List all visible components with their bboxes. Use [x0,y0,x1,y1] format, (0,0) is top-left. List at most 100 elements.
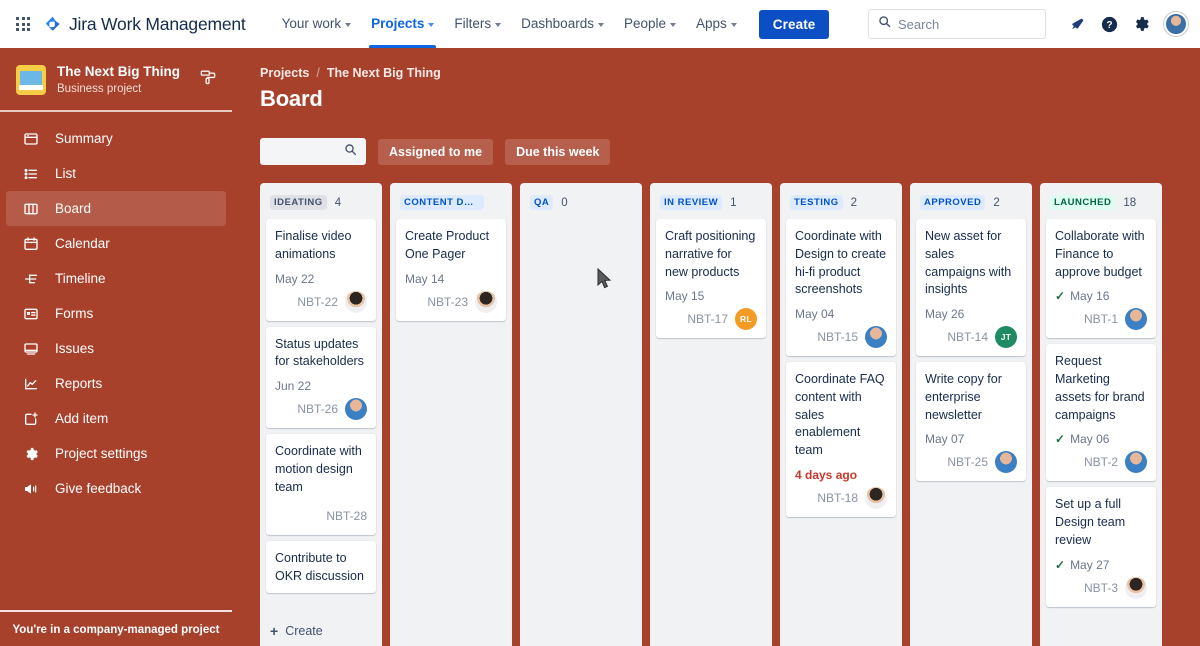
filter-chip-due-this-week[interactable]: Due this week [505,138,611,165]
gear-icon[interactable] [1126,9,1156,39]
assignee-avatar[interactable] [1125,308,1147,331]
assignee-avatar[interactable] [865,486,887,509]
nav-item-filters[interactable]: Filters [444,0,511,48]
search-input[interactable]: Search [868,9,1046,39]
sidebar-item-give-feedback[interactable]: Give feedback [6,471,226,506]
chevron-down-icon [597,23,604,27]
sidebar-item-calendar[interactable]: Calendar [6,226,226,261]
nav-item-projects[interactable]: Projects [361,0,444,48]
assignee-avatar[interactable] [1125,451,1147,474]
avatar[interactable] [1164,12,1188,36]
card-due-date-text: May 07 [925,432,965,447]
card-meta: ✓ May 16 NBT-1 [1055,289,1147,331]
board-card[interactable]: Request Marketing assets for brand campa… [1046,344,1156,482]
create-button[interactable]: Create [758,9,830,39]
card-due-date-text: 4 days ago [795,467,858,482]
brand-home-link[interactable]: Jira Work Management [40,14,246,35]
card-title: Coordinate with Design to create hi-fi p… [795,229,887,297]
sidebar-item-timeline[interactable]: Timeline [6,261,226,296]
calendar-icon [22,236,40,252]
sidebar-item-issues[interactable]: Issues [6,331,226,366]
card-due-date-text: Jun 22 [275,379,312,393]
assignee-avatar[interactable] [1125,576,1147,599]
board-column: CONTENT DEVE... Create Product One Pager M… [390,183,512,646]
board-card[interactable]: Craft positioning narrative for new prod… [656,219,766,339]
sidebar-footer-note: You're in a company-managed project [0,610,232,646]
board-card[interactable]: Contribute to OKR discussion [266,541,376,593]
check-icon: ✓ [1055,289,1066,304]
nav-item-people[interactable]: People [614,0,686,48]
column-header: LAUNCHED 18 [1040,183,1162,219]
sidebar-item-forms[interactable]: Forms [6,296,226,331]
card-due-date: ✓ May 06 [1055,432,1147,446]
card-title: New asset for sales campaigns with insig… [925,229,1012,297]
card-issue-key: NBT-15 [817,330,858,344]
sidebar-item-summary[interactable]: Summary [6,121,226,156]
assignee-avatar[interactable]: JT [995,326,1017,348]
card-due-date-text: May 16 [1070,289,1110,304]
assignee-avatar[interactable]: RL [735,308,757,331]
sidebar-item-project-settings[interactable]: Project settings [6,436,226,471]
board-icon [22,201,40,217]
grid-apps-icon[interactable] [10,11,36,37]
nav-item-apps[interactable]: Apps [686,0,747,48]
assignee-avatar[interactable] [475,290,497,313]
sidebar-item-label: Timeline [55,271,106,287]
column-card-count: 2 [850,196,858,209]
board-card[interactable]: Collaborate with Finance to approve budg… [1046,219,1156,339]
card-title: Coordinate with motion design team [275,444,362,494]
summary-icon [22,131,40,147]
column-card-count: 2 [993,196,1000,209]
bell-icon[interactable] [1062,9,1092,39]
sidebar-item-label: List [55,166,77,182]
chevron-down-icon [495,23,502,27]
board-card[interactable]: Create Product One Pager May 14 NBT-23 [396,219,506,321]
board-card[interactable]: Coordinate with Design to create hi-fi p… [786,219,896,356]
paint-roller-icon[interactable] [199,68,218,92]
board-card[interactable]: Coordinate with motion design team NBT-28 [266,434,376,536]
chevron-down-icon [670,23,676,27]
column-card-count: 1 [730,196,737,209]
breadcrumb-projects-link[interactable]: Projects [260,66,309,80]
card-meta: May 15 NBT-17 RL [665,289,757,331]
column-card-count: 18 [1123,196,1137,209]
column-name-badge: IN REVIEW [660,195,723,210]
sidebar-item-board[interactable]: Board [6,191,226,227]
board-card[interactable]: Coordinate FAQ content with sales enable… [786,362,896,517]
card-issue-key: NBT-28 [326,509,367,524]
breadcrumb-project-link[interactable]: The Next Big Thing [327,66,441,80]
sidebar-item-list[interactable]: List [6,156,226,191]
nav-label: Apps [696,16,727,31]
column-header: APPROVED 2 [910,183,1032,219]
board-card[interactable]: New asset for sales campaigns with insig… [916,219,1026,356]
nav-label: People [623,16,666,31]
column-header: CONTENT DEVE... [390,183,512,219]
sidebar-item-reports[interactable]: Reports [6,366,226,401]
assignee-avatar[interactable] [865,326,887,348]
card-meta: NBT-28 [275,504,367,528]
card-title: Request Marketing assets for brand campa… [1055,354,1145,422]
board-card[interactable]: Finalise video animations May 22 NBT-22 [266,219,376,321]
nav-item-your-work[interactable]: Your work [272,0,362,48]
sidebar-project-header[interactable]: The Next Big Thing Business project [0,48,232,110]
board-search-input[interactable] [260,138,366,165]
column-header: TESTING 2 [780,183,902,219]
gear-icon [22,446,40,462]
board-card[interactable]: Status updates for stakeholders Jun 22 NBT… [266,326,376,428]
chevron-down-icon [730,23,737,27]
assignee-avatar[interactable] [345,398,367,420]
assignee-avatar[interactable] [995,451,1017,474]
card-due-date-text: May 14 [405,271,445,286]
card-footer: NBT-17 RL [665,307,757,331]
issues-icon [22,341,40,357]
reports-icon [22,376,40,392]
column-create-label: Create [285,624,323,638]
sidebar-item-add-item[interactable]: Add item [6,401,226,436]
help-circle-icon[interactable]: ? [1094,9,1124,39]
assignee-avatar[interactable] [345,290,367,313]
board-card[interactable]: Write copy for enterprise newsletter May … [916,362,1026,482]
filter-chip-assigned-to-me[interactable]: Assigned to me [378,138,494,165]
nav-item-dashboards[interactable]: Dashboards [511,0,614,48]
board-card[interactable]: Set up a full Design team review ✓ May 27 N… [1046,487,1156,607]
column-create-button[interactable]: + Create [260,616,382,646]
